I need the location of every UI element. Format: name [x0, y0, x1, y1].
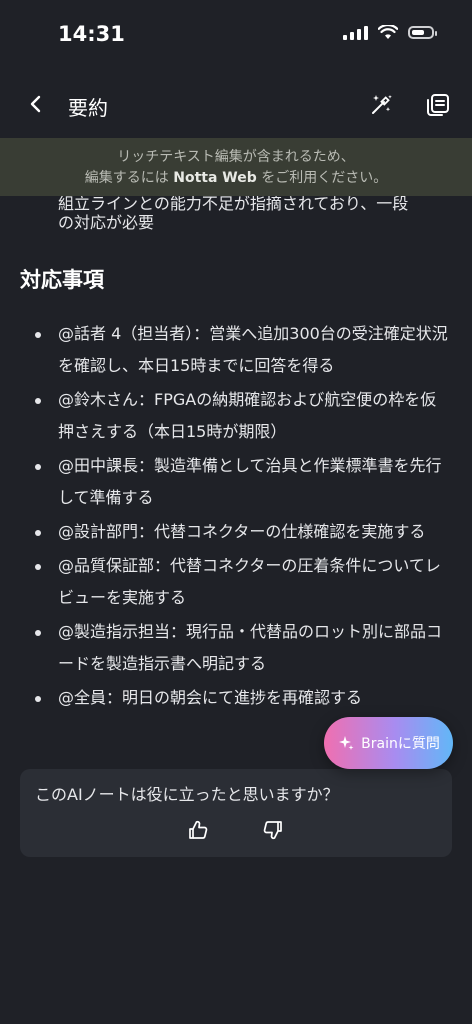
- copy-icon: [427, 94, 449, 116]
- page-title: 要約: [68, 96, 108, 120]
- notta-web-label: Notta Web: [173, 170, 257, 186]
- list-item: @製造指示担当：現行品・代替品のロット別に部品コードを製造指示書へ明記する: [0, 616, 472, 680]
- bullet-icon: [35, 630, 41, 636]
- list-item: @全員：明日の朝会にて進捗を再確認する: [0, 682, 472, 714]
- action-items-list: @話者 4（担当者）：営業へ追加300台の受注確定状況を確認し、本日15時までに…: [0, 318, 472, 716]
- bullet-icon: [35, 696, 41, 702]
- magic-wand-button[interactable]: [366, 90, 396, 120]
- ask-brain-button[interactable]: Brainに質問: [324, 717, 453, 769]
- nav-bar: 要約: [0, 80, 472, 130]
- feedback-question: このAIノートは役に立ったと思いますか？: [35, 785, 339, 804]
- banner-line-1: リッチテキスト編集が含まれるため、: [117, 149, 355, 165]
- chevron-left-icon: [30, 95, 41, 113]
- list-item: @設計部門：代替コネクターの仕様確認を実施する: [0, 516, 472, 548]
- list-item: @品質保証部：代替コネクターの圧着条件についてレビューを実施する: [0, 550, 472, 614]
- feedback-card: このAIノートは役に立ったと思いますか？: [20, 769, 452, 857]
- battery-icon: [408, 25, 437, 39]
- bullet-icon: [35, 332, 41, 338]
- bullet-icon: [35, 398, 41, 404]
- signal-icon: [343, 24, 368, 40]
- wifi-icon: [378, 24, 398, 39]
- thumbs-down-button[interactable]: [260, 817, 286, 843]
- section-title: 対応事項: [20, 268, 104, 292]
- list-item: @田中課長：製造準備として治具と作業標準書を先行して準備する: [0, 450, 472, 514]
- magic-wand-icon: [372, 95, 392, 114]
- status-time: 14:31: [58, 22, 125, 46]
- list-item: @話者 4（担当者）：営業へ追加300台の受注確定状況を確認し、本日15時までに…: [0, 318, 472, 382]
- thumbs-down-icon: [263, 821, 282, 840]
- thumbs-up-button[interactable]: [185, 817, 211, 843]
- status-icons: [343, 24, 437, 40]
- copy-button[interactable]: [423, 90, 453, 120]
- rich-text-notice-banner: リッチテキスト編集が含まれるため、 編集するには Notta Web をご利用く…: [0, 138, 472, 196]
- bullet-icon: [35, 564, 41, 570]
- list-item: @鈴木さん：FPGAの納期確認および航空便の枠を仮押さえする（本日15時が期限）: [0, 384, 472, 448]
- bullet-icon: [35, 530, 41, 536]
- ask-brain-label: Brainに質問: [361, 736, 440, 752]
- status-bar: 14:31: [0, 0, 472, 70]
- banner-line-2: 編集するには Notta Web をご利用ください。: [84, 170, 388, 186]
- sparkle-icon: [339, 736, 354, 750]
- bullet-icon: [35, 464, 41, 470]
- back-button[interactable]: [22, 90, 50, 118]
- thumbs-up-icon: [189, 820, 208, 839]
